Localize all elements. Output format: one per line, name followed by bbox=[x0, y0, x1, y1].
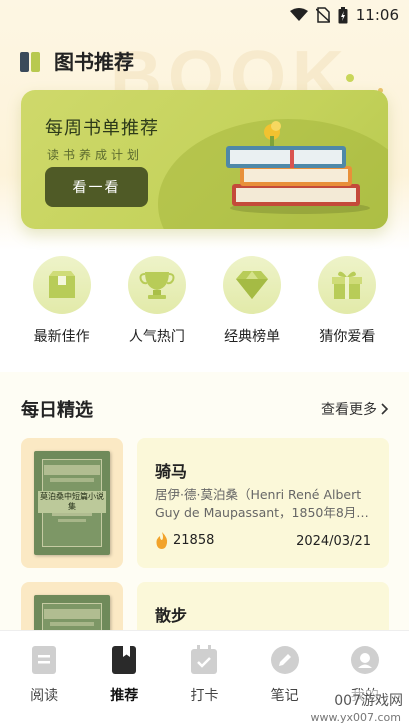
trophy-cup-icon bbox=[127, 256, 186, 314]
wifi-icon bbox=[289, 8, 308, 22]
page-title: 图书推荐 bbox=[54, 50, 134, 74]
book-cover: 莫泊桑中短篇小说集 bbox=[34, 451, 110, 555]
battery-charging-icon bbox=[338, 6, 348, 24]
banner-title: 每周书单推荐 bbox=[45, 118, 159, 139]
calendar-check-icon bbox=[191, 645, 218, 674]
page-header: 图书推荐 bbox=[20, 46, 134, 75]
category-grid: 最新佳作 人气热门 经典榜单 猜你爱看 bbox=[0, 256, 409, 356]
no-sim-icon bbox=[315, 7, 330, 23]
heat-count: 21858 bbox=[173, 533, 215, 548]
view-button[interactable]: 看一看 bbox=[45, 167, 148, 207]
category-popular[interactable]: 人气热门 bbox=[117, 256, 197, 356]
book-heat: 21858 bbox=[155, 532, 214, 549]
banner-subtitle: 读书养成计划 bbox=[47, 148, 144, 162]
decor-dot bbox=[346, 74, 354, 82]
tab-reading[interactable]: 阅读 bbox=[8, 631, 80, 728]
document-icon bbox=[32, 646, 57, 674]
category-label: 经典榜单 bbox=[224, 329, 281, 345]
chevron-right-icon bbox=[381, 403, 389, 415]
book-card[interactable]: 莫泊桑中短篇小说集 骑马 居伊·德·莫泊桑（Henri René Albert … bbox=[21, 438, 389, 568]
book-title: 散步 bbox=[155, 606, 188, 625]
tab-recommend[interactable]: 推荐 bbox=[88, 631, 160, 728]
daily-picks-section: 每日精选 查看更多 莫泊桑中短篇小说集 骑马 居伊·德·莫泊桑（Henri Re… bbox=[0, 372, 409, 712]
pencil-icon bbox=[270, 646, 299, 674]
book-title: 骑马 bbox=[155, 462, 188, 481]
book-date: 2024/03/21 bbox=[296, 534, 371, 549]
category-label: 猜你爱看 bbox=[319, 329, 376, 345]
category-classic-rankings[interactable]: 经典榜单 bbox=[212, 256, 292, 356]
section-title: 每日精选 bbox=[21, 400, 93, 421]
see-more-label: 查看更多 bbox=[321, 402, 377, 418]
diamond-icon bbox=[223, 256, 282, 314]
book-logo-icon bbox=[20, 50, 44, 72]
user-icon bbox=[350, 646, 379, 674]
see-more-link[interactable]: 查看更多 bbox=[321, 399, 389, 419]
site-watermark: 007游戏网 bbox=[334, 690, 403, 710]
weekly-booklist-banner[interactable]: 每周书单推荐 读书养成计划 看一看 bbox=[21, 90, 388, 229]
tab-checkin[interactable]: 打卡 bbox=[168, 631, 240, 728]
category-new-works[interactable]: 最新佳作 bbox=[22, 256, 102, 356]
tab-label: 笔记 bbox=[270, 688, 299, 704]
tab-label: 推荐 bbox=[110, 688, 139, 704]
category-you-may-like[interactable]: 猜你爱看 bbox=[307, 256, 387, 356]
tab-label: 阅读 bbox=[30, 688, 59, 704]
category-label: 最新佳作 bbox=[33, 329, 90, 345]
book-author: 居伊·德·莫泊桑（Henri René Albert Guy de Maupas… bbox=[155, 487, 369, 520]
cover-title: 莫泊桑中短篇小说集 bbox=[38, 491, 106, 513]
status-bar: 11:06 bbox=[0, 0, 409, 30]
box-icon bbox=[32, 256, 91, 314]
site-watermark-url: www.yx007.com bbox=[310, 711, 401, 724]
book-stack-illustration bbox=[220, 118, 370, 218]
bookmark-book-icon bbox=[112, 646, 137, 674]
category-label: 人气热门 bbox=[128, 329, 185, 345]
clock: 11:06 bbox=[355, 6, 399, 24]
daily-picks-header: 每日精选 查看更多 bbox=[21, 396, 389, 422]
flame-icon bbox=[156, 532, 168, 549]
gift-icon bbox=[318, 256, 377, 314]
book-cover-frame: 莫泊桑中短篇小说集 bbox=[21, 438, 123, 568]
tab-label: 打卡 bbox=[190, 688, 219, 704]
book-info: 骑马 居伊·德·莫泊桑（Henri René Albert Guy de Mau… bbox=[137, 438, 389, 568]
